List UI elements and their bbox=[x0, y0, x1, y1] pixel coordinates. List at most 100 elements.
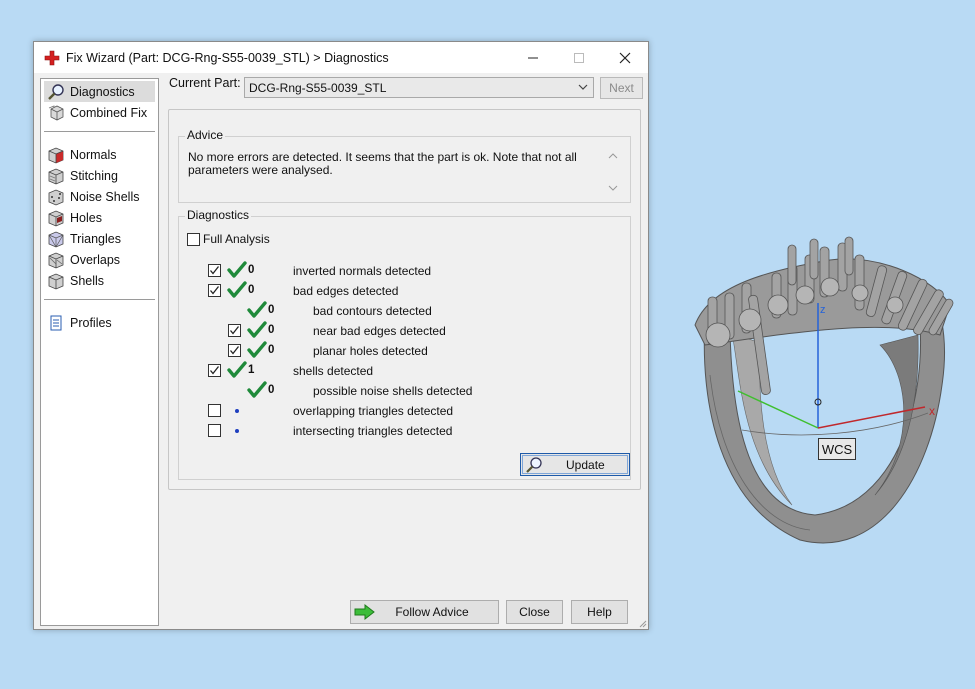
ring-model bbox=[694, 236, 954, 544]
fix-wizard-window: Fix Wizard (Part: DCG-Rng-S55-0039_STL) … bbox=[33, 41, 649, 630]
diagnostic-checkbox[interactable] bbox=[208, 364, 221, 377]
status-pending-icon bbox=[235, 429, 239, 433]
nav-item-diagnostics[interactable]: Diagnostics bbox=[44, 81, 155, 102]
diagnostic-count: 1 bbox=[248, 364, 255, 376]
nav-label: Shells bbox=[70, 273, 105, 288]
checkmark-icon bbox=[210, 266, 220, 275]
diagnostic-checkbox[interactable] bbox=[228, 324, 241, 337]
arrow-right-icon bbox=[354, 603, 375, 621]
shells-cube-icon bbox=[48, 273, 64, 289]
title-bar[interactable]: Fix Wizard (Part: DCG-Rng-S55-0039_STL) … bbox=[34, 42, 648, 73]
close-button[interactable]: Close bbox=[506, 600, 563, 624]
next-button[interactable]: Next bbox=[600, 77, 643, 99]
current-part-label: Current Part: bbox=[169, 76, 241, 90]
update-label: Update bbox=[566, 457, 605, 472]
nav-item-combined-fix[interactable]: Combined Fix bbox=[44, 102, 155, 123]
current-part-select[interactable]: DCG-Rng-S55-0039_STL bbox=[244, 77, 594, 98]
status-ok-icon bbox=[247, 341, 267, 358]
x-axis-label: x bbox=[929, 404, 935, 418]
help-button[interactable]: Help bbox=[571, 600, 628, 624]
full-analysis-toggle[interactable]: Full Analysis bbox=[187, 232, 270, 246]
diagnostic-row: 0 inverted normals detected bbox=[179, 261, 639, 281]
diagnostic-count: 0 bbox=[268, 304, 275, 316]
triangles-cube-icon bbox=[48, 231, 64, 247]
holes-cube-icon bbox=[48, 210, 64, 226]
nav-item-holes[interactable]: Holes bbox=[44, 207, 155, 228]
nav-label: Holes bbox=[70, 210, 102, 225]
normals-cube-icon bbox=[48, 147, 64, 163]
diagnostic-row: 0 near bad edges detected bbox=[179, 321, 639, 341]
diagnostic-label: possible noise shells detected bbox=[313, 384, 473, 398]
nav-item-noise-shells[interactable]: Noise Shells bbox=[44, 186, 155, 207]
diagnostic-count: 0 bbox=[248, 284, 255, 296]
diagnostic-checkbox[interactable] bbox=[228, 344, 241, 357]
nav-label: Overlaps bbox=[70, 252, 121, 267]
diagnostic-checkbox[interactable] bbox=[208, 424, 221, 437]
status-ok-icon bbox=[227, 281, 247, 298]
nav-divider bbox=[44, 299, 155, 300]
status-ok-icon bbox=[247, 321, 267, 338]
window-title: Fix Wizard (Part: DCG-Rng-S55-0039_STL) … bbox=[66, 50, 389, 65]
combined-fix-icon bbox=[48, 104, 64, 120]
follow-advice-button[interactable]: Follow Advice bbox=[350, 600, 499, 624]
minimize-button[interactable] bbox=[510, 42, 556, 73]
wizard-nav-panel: Diagnostics Combined Fix Normals Stitchi… bbox=[40, 78, 159, 626]
chevron-down-icon bbox=[578, 84, 588, 90]
diagnostic-count: 0 bbox=[268, 344, 275, 356]
diagnostic-row: 0 planar holes detected bbox=[179, 341, 639, 361]
nav-item-shells[interactable]: Shells bbox=[44, 270, 155, 291]
z-axis-label: z bbox=[820, 304, 826, 316]
diagnostic-label: bad contours detected bbox=[313, 304, 432, 318]
nav-label: Normals bbox=[70, 147, 117, 162]
diagnostic-row: intersecting triangles detected bbox=[179, 421, 639, 441]
diagnostic-row: 0 bad edges detected bbox=[179, 281, 639, 301]
full-analysis-label: Full Analysis bbox=[203, 232, 270, 246]
diagnostic-checkbox[interactable] bbox=[208, 404, 221, 417]
nav-item-normals[interactable]: Normals bbox=[44, 144, 155, 165]
diagnostic-label: overlapping triangles detected bbox=[293, 404, 454, 418]
maximize-button[interactable] bbox=[556, 42, 602, 73]
nav-item-stitching[interactable]: Stitching bbox=[44, 165, 155, 186]
checkmark-icon bbox=[230, 326, 240, 335]
advice-legend: Advice bbox=[185, 128, 226, 142]
close-icon bbox=[619, 52, 631, 63]
status-ok-icon bbox=[247, 381, 267, 398]
advice-scrollbar[interactable] bbox=[605, 149, 621, 195]
nav-label: Noise Shells bbox=[70, 189, 140, 204]
document-icon bbox=[50, 315, 62, 330]
diagnostic-count: 0 bbox=[268, 384, 275, 396]
diagnostic-label: near bad edges detected bbox=[313, 324, 446, 338]
nav-label: Stitching bbox=[70, 168, 118, 183]
noise-shells-cube-icon bbox=[48, 189, 64, 205]
status-ok-icon bbox=[227, 361, 247, 378]
diagnostic-count: 0 bbox=[268, 324, 275, 336]
diagnostic-label: shells detected bbox=[293, 364, 374, 378]
checkmark-icon bbox=[230, 346, 240, 355]
nav-item-profiles[interactable]: Profiles bbox=[44, 312, 155, 333]
advice-group: Advice No more errors are detected. It s… bbox=[178, 128, 631, 203]
diagnostics-legend: Diagnostics bbox=[185, 208, 252, 222]
nav-item-triangles[interactable]: Triangles bbox=[44, 228, 155, 249]
nav-divider bbox=[44, 131, 155, 132]
red-cross-icon bbox=[44, 50, 60, 65]
nav-label: Profiles bbox=[70, 315, 112, 330]
diagnostic-checkbox[interactable] bbox=[208, 284, 221, 297]
nav-label: Diagnostics bbox=[70, 84, 135, 99]
full-analysis-checkbox[interactable] bbox=[187, 232, 200, 246]
diagnostic-checkbox[interactable] bbox=[208, 264, 221, 277]
diagnostic-row: 1 shells detected bbox=[179, 361, 639, 381]
close-window-button[interactable] bbox=[602, 42, 648, 73]
diagnostic-label: inverted normals detected bbox=[293, 264, 432, 278]
nav-label: Combined Fix bbox=[70, 105, 148, 120]
resize-grip-icon[interactable] bbox=[637, 618, 647, 628]
diagnostics-group: Diagnostics Full Analysis 0 inverted norm… bbox=[178, 208, 631, 480]
diagnostic-label: bad edges detected bbox=[293, 284, 399, 298]
nav-item-overlaps[interactable]: Overlaps bbox=[44, 249, 155, 270]
diagnostic-row: overlapping triangles detected bbox=[179, 401, 639, 421]
diagnostic-row: 0 bad contours detected bbox=[179, 301, 639, 321]
status-ok-icon bbox=[247, 301, 267, 318]
stitching-cube-icon bbox=[48, 168, 64, 184]
update-button[interactable]: Update bbox=[520, 453, 630, 476]
ring-model-viewport[interactable]: x z bbox=[680, 225, 970, 565]
magnifier-icon bbox=[526, 456, 542, 473]
